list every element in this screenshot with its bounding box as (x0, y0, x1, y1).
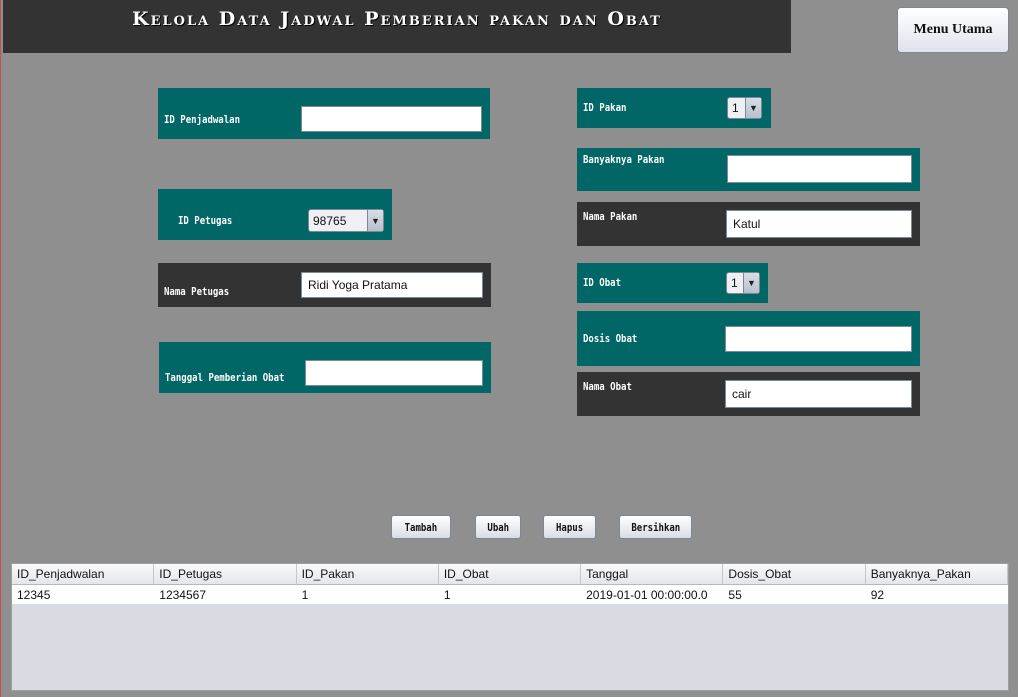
ubah-button-label: Ubah (487, 520, 509, 534)
id-penjadwalan-label: ID Penjadwalan (164, 113, 241, 126)
id-petugas-combo[interactable]: 98765 ▼ (308, 209, 384, 232)
column-header[interactable]: ID_Obat (439, 564, 582, 584)
chevron-down-icon[interactable]: ▼ (367, 210, 383, 231)
menu-utama-button[interactable]: Menu Utama (897, 7, 1009, 53)
nama-obat-input[interactable]: cair (725, 380, 912, 408)
hapus-button[interactable]: Hapus (543, 515, 596, 539)
id-petugas-value: 98765 (313, 213, 347, 228)
tanggal-panel: Tanggal Pemberian Obat (159, 342, 491, 393)
id-pakan-label: ID Pakan (583, 101, 627, 114)
table-cell: 2019-01-01 00:00:00.0 (586, 587, 708, 602)
table-row[interactable]: 12345 1234567 1 1 2019-01-01 00:00:00.0 … (12, 585, 1008, 604)
id-pakan-combo[interactable]: 1 ▼ (727, 97, 762, 119)
nama-petugas-label: Nama Petugas (164, 285, 230, 298)
column-header[interactable]: ID_Petugas (154, 564, 297, 584)
id-obat-label: ID Obat (583, 276, 622, 289)
id-obat-value: 1 (731, 276, 738, 290)
nama-pakan-input[interactable]: Katul (726, 210, 912, 238)
id-obat-panel: ID Obat 1 ▼ (577, 263, 768, 303)
table-cell: 55 (728, 587, 742, 602)
id-obat-combo[interactable]: 1 ▼ (726, 272, 760, 294)
column-header[interactable]: Banyaknya_Pakan (866, 564, 1008, 584)
column-header[interactable]: ID_Pakan (297, 564, 439, 584)
banyaknya-pakan-label: Banyaknya Pakan (583, 153, 665, 166)
dosis-obat-input[interactable] (725, 326, 912, 352)
table-cell: 92 (870, 587, 885, 602)
column-header[interactable]: ID_Penjadwalan (12, 564, 155, 584)
nama-obat-label: Nama Obat (583, 380, 632, 393)
nama-obat-panel: Nama Obat cair (577, 372, 920, 416)
dosis-obat-panel: Dosis Obat (577, 311, 920, 366)
page-title: Kelola Data Jadwal Pemberian pakan dan O… (132, 8, 662, 30)
ubah-button[interactable]: Ubah (475, 515, 521, 539)
id-penjadwalan-panel: ID Penjadwalan (158, 88, 490, 139)
bersihkan-button[interactable]: Bersihkan (619, 515, 692, 539)
tambah-button[interactable]: Tambah (391, 515, 451, 539)
id-penjadwalan-input[interactable] (301, 106, 482, 132)
table-cell: 1 (443, 587, 451, 602)
schedule-table[interactable]: ID_Penjadwalan ID_Petugas ID_Pakan ID_Ob… (11, 563, 1009, 691)
bersihkan-button-label: Bersihkan (631, 520, 680, 534)
table-cell: 12345 (17, 587, 51, 602)
nama-petugas-panel: Nama Petugas Ridi Yoga Pratama (158, 263, 491, 307)
tanggal-input[interactable] (305, 360, 483, 386)
nama-pakan-label: Nama Pakan (583, 210, 638, 223)
column-header[interactable]: Dosis_Obat (723, 564, 866, 584)
hapus-button-label: Hapus (555, 520, 584, 534)
table-cell: 1 (301, 587, 309, 602)
column-header[interactable]: Tanggal (581, 564, 724, 584)
nama-pakan-panel: Nama Pakan Katul (577, 202, 920, 246)
nama-petugas-input[interactable]: Ridi Yoga Pratama (301, 272, 483, 298)
banyaknya-pakan-input[interactable] (727, 155, 912, 183)
chevron-down-icon[interactable]: ▼ (743, 273, 759, 293)
id-petugas-label: ID Petugas (178, 214, 233, 227)
id-petugas-panel: ID Petugas 98765 ▼ (158, 189, 392, 240)
tanggal-label: Tanggal Pemberian Obat (165, 371, 285, 384)
tambah-button-label: Tambah (404, 520, 438, 534)
id-pakan-panel: ID Pakan 1 ▼ (577, 88, 771, 128)
id-pakan-value: 1 (732, 101, 739, 115)
dosis-obat-label: Dosis Obat (583, 332, 638, 345)
title-bar: Kelola Data Jadwal Pemberian pakan dan O… (3, 0, 791, 53)
table-header: ID_Penjadwalan ID_Petugas ID_Pakan ID_Ob… (12, 564, 1008, 585)
chevron-down-icon[interactable]: ▼ (745, 98, 761, 118)
table-cell: 1234567 (159, 587, 206, 602)
banyaknya-pakan-panel: Banyaknya Pakan (577, 148, 920, 191)
